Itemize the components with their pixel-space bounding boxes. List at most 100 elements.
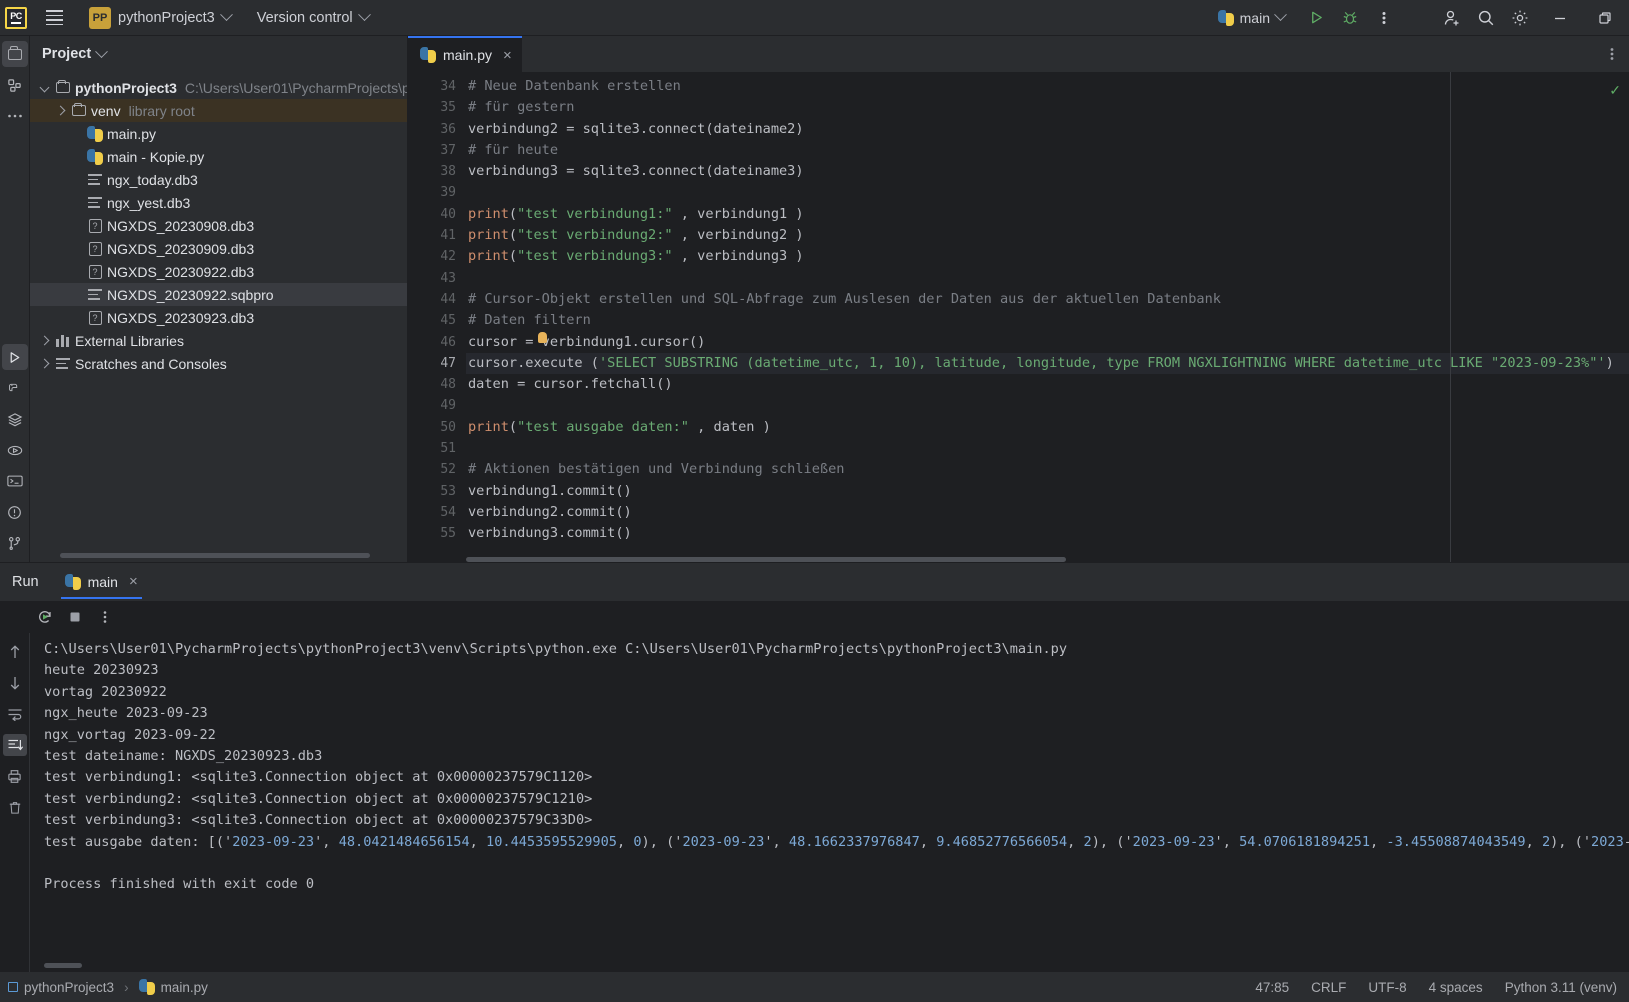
rerun-button[interactable] (32, 605, 58, 629)
code-line[interactable]: cursor.execute ('SELECT SUBSTRING (datet… (466, 352, 1629, 375)
scroll-to-end-icon[interactable] (2, 734, 27, 756)
editor-hscrollbar[interactable] (466, 557, 1566, 562)
inspection-status-icon[interactable]: ✓ (1609, 82, 1621, 99)
file-encoding[interactable]: UTF-8 (1368, 980, 1406, 995)
project-tree[interactable]: pythonProject3 C:\Users\User01\PycharmPro… (30, 72, 407, 562)
line-number[interactable]: 37 (408, 140, 466, 161)
line-number[interactable]: 44 (408, 289, 466, 310)
code-line[interactable] (466, 438, 1629, 459)
code-line[interactable]: # Neue Datenbank erstellen (466, 76, 1629, 97)
tree-item[interactable]: NGXDS_20230922.sqbpro (30, 283, 407, 306)
close-icon[interactable]: × (129, 574, 138, 589)
code-line[interactable]: # Cursor-Objekt erstellen und SQL-Abfrag… (466, 289, 1629, 310)
tree-item[interactable]: ? NGXDS_20230908.db3 (30, 214, 407, 237)
code-line[interactable]: daten = cursor.fetchall() (466, 374, 1629, 395)
run-button[interactable] (1299, 3, 1333, 33)
run-panel-more-button[interactable] (92, 605, 118, 629)
project-tool-window-button[interactable] (1, 41, 28, 67)
run-panel-title[interactable]: Run (12, 574, 39, 590)
version-control-tool-window-button[interactable] (2, 530, 28, 556)
indent-setting[interactable]: 4 spaces (1429, 980, 1483, 995)
line-number[interactable]: 38 (408, 161, 466, 182)
line-number[interactable]: 51 (408, 438, 466, 459)
code-editor[interactable]: 34 35 36 37 38 39 40 41 42 43 44 45 46 47 48 49 50 51 52 53… (408, 72, 1629, 562)
line-number-gutter[interactable]: 34 35 36 37 38 39 40 41 42 43 44 45 46 47 48 49 50 51 52 53… (408, 72, 466, 562)
tree-item[interactable]: main.py (30, 122, 407, 145)
version-control-selector[interactable]: Version control (249, 7, 377, 29)
console-hscrollbar[interactable] (44, 963, 1584, 968)
scrollbar-thumb[interactable] (466, 557, 1066, 562)
code-line[interactable]: print("test verbindung2:" , verbindung2 … (466, 225, 1629, 246)
line-number[interactable]: 48 (408, 374, 466, 395)
line-number[interactable]: 54 (408, 502, 466, 523)
python-console-button[interactable] (2, 375, 28, 401)
tree-item[interactable]: External Libraries (30, 329, 407, 352)
code-line[interactable]: print("test ausgabe daten:" , daten ) (466, 417, 1629, 438)
scroll-down-icon[interactable] (3, 672, 27, 694)
search-everywhere-button[interactable] (1469, 3, 1503, 33)
line-number[interactable]: 40 (408, 204, 466, 225)
breadcrumb-file[interactable]: main.py (161, 980, 208, 995)
code-content[interactable]: # Neue Datenbank erstellen # für gestern v… (466, 72, 1629, 562)
chevron-down-icon[interactable] (36, 82, 52, 93)
code-line[interactable]: # Daten filtern (466, 310, 1629, 331)
trash-icon[interactable] (3, 796, 27, 818)
code-line[interactable]: # für gestern (466, 97, 1629, 118)
settings-button[interactable] (1503, 3, 1537, 33)
line-number[interactable]: 34 (408, 76, 466, 97)
maximize-button[interactable] (1582, 0, 1627, 36)
close-icon[interactable]: × (503, 48, 512, 63)
chevron-right-icon[interactable] (52, 105, 68, 116)
code-line[interactable]: # Aktionen bestätigen und Verbindung sch… (466, 459, 1629, 480)
more-tool-windows-button[interactable] (2, 103, 28, 129)
line-number[interactable]: 41 (408, 225, 466, 246)
print-icon[interactable] (3, 765, 27, 787)
breadcrumb[interactable]: pythonProject3 › main.py (8, 979, 208, 995)
code-line[interactable]: verbindung3 = sqlite3.connect(dateiname3… (466, 161, 1629, 182)
add-account-button[interactable] (1435, 3, 1469, 33)
chevron-down-icon[interactable] (95, 44, 109, 58)
scrollbar-thumb[interactable] (44, 963, 82, 968)
line-number[interactable]: 53 (408, 481, 466, 502)
line-number[interactable]: 47 (408, 353, 466, 374)
terminal-tool-window-button[interactable] (2, 468, 28, 494)
line-number[interactable]: 55 (408, 523, 466, 544)
code-line[interactable]: verbindung1.commit() (466, 481, 1629, 502)
chevron-right-icon[interactable] (36, 358, 52, 369)
code-line[interactable]: verbindung3.commit() (466, 523, 1629, 544)
problems-tool-window-button[interactable] (2, 499, 28, 525)
tree-item[interactable]: ? NGXDS_20230923.db3 (30, 306, 407, 329)
code-line[interactable]: cursor = verbindung1.cursor() (466, 332, 1629, 353)
run-tab-main[interactable]: main × (60, 566, 142, 599)
code-line[interactable] (466, 182, 1629, 203)
debug-button[interactable] (1333, 3, 1367, 33)
line-number[interactable]: 46 (408, 332, 466, 353)
line-number[interactable]: 45 (408, 310, 466, 331)
code-line[interactable] (466, 268, 1629, 289)
caret-position[interactable]: 47:85 (1255, 980, 1289, 995)
line-number[interactable]: 36 (408, 119, 466, 140)
chevron-right-icon[interactable] (36, 335, 52, 346)
structure-tool-window-button[interactable] (2, 72, 28, 98)
run-tool-window-button[interactable] (1, 344, 28, 370)
minimize-button[interactable] (1537, 0, 1582, 36)
tree-item[interactable]: pythonProject3 C:\Users\User01\PycharmPro… (30, 76, 407, 99)
line-number[interactable]: 50 (408, 417, 466, 438)
line-number[interactable]: 52 (408, 459, 466, 480)
more-actions-button[interactable] (1367, 3, 1401, 33)
tree-item[interactable]: ? NGXDS_20230909.db3 (30, 237, 407, 260)
line-separator[interactable]: CRLF (1311, 980, 1346, 995)
line-number[interactable]: 35 (408, 97, 466, 118)
scroll-up-icon[interactable] (3, 641, 27, 663)
code-line[interactable]: verbindung2.commit() (466, 502, 1629, 523)
code-line[interactable] (466, 395, 1629, 416)
main-menu-icon[interactable] (37, 1, 71, 35)
editor-tab-main-py[interactable]: main.py × (408, 36, 522, 72)
line-number[interactable]: 42 (408, 246, 466, 267)
tree-item[interactable]: ngx_yest.db3 (30, 191, 407, 214)
code-line[interactable]: print("test verbindung1:" , verbindung1 … (466, 204, 1629, 225)
tree-item[interactable]: ngx_today.db3 (30, 168, 407, 191)
services-tool-window-button[interactable] (2, 437, 28, 463)
code-line[interactable]: verbindung2 = sqlite3.connect(dateiname2… (466, 119, 1629, 140)
code-line[interactable]: # für heute (466, 140, 1629, 161)
